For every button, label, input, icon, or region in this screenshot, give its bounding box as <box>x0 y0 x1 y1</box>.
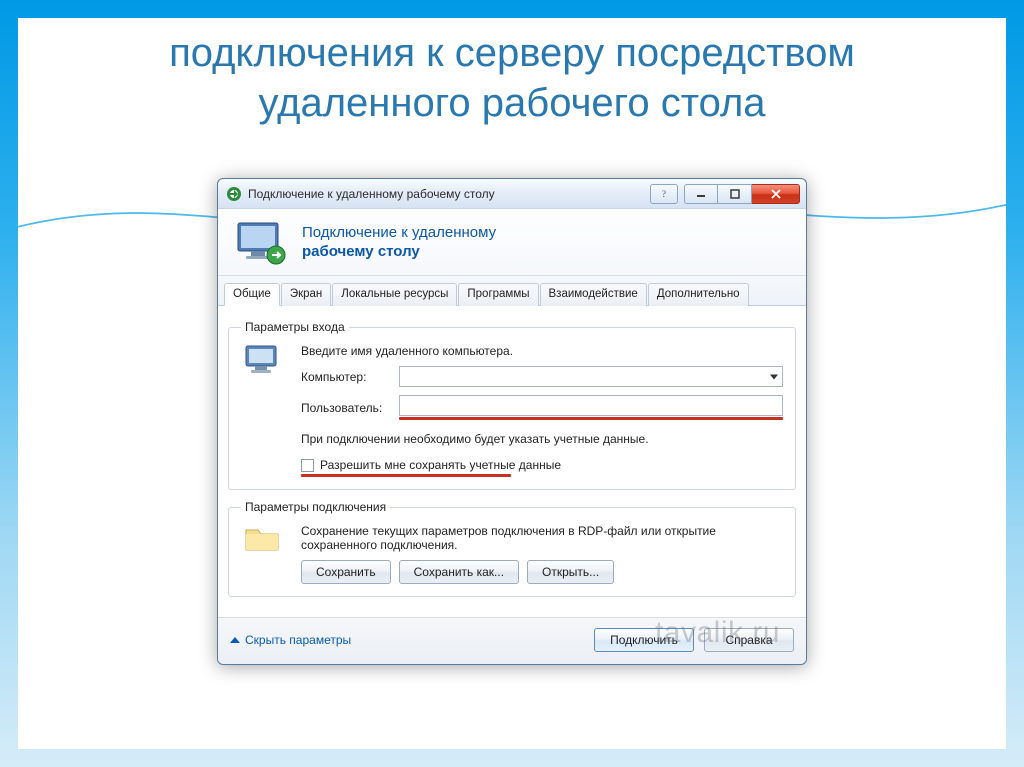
folder-icon <box>241 524 285 554</box>
computer-combobox[interactable] <box>399 366 783 387</box>
close-button[interactable] <box>752 184 800 204</box>
save-credentials-checkbox[interactable] <box>301 459 314 472</box>
login-intro-text: Введите имя удаленного компьютера. <box>301 344 783 358</box>
tab-panel-general: Параметры входа Введите имя удаленного к… <box>218 306 806 617</box>
login-params-group: Параметры входа Введите имя удаленного к… <box>228 320 796 490</box>
arrow-up-icon <box>230 637 240 643</box>
monitor-icon <box>236 221 288 265</box>
credentials-hint: При подключении необходимо будет указать… <box>301 432 783 446</box>
computer-icon <box>241 344 285 380</box>
tab-experience[interactable]: Взаимодействие <box>540 283 647 306</box>
connection-params-text: Сохранение текущих параметров подключени… <box>301 524 783 552</box>
save-as-button[interactable]: Сохранить как... <box>399 560 519 584</box>
slide-heading: подключения к серверу посредством удален… <box>18 18 1006 128</box>
chevron-down-icon <box>770 374 778 379</box>
dialog-banner: Подключение к удаленному рабочему столу <box>218 209 806 276</box>
annotation-underline-checkbox <box>301 474 511 477</box>
heading-line-1: подключения к серверу посредством <box>169 31 855 75</box>
connection-params-group: Параметры подключения Сохранение текущих… <box>228 500 796 597</box>
save-credentials-label: Разрешить мне сохранять учетные данные <box>320 458 561 472</box>
open-button[interactable]: Открыть... <box>527 560 614 584</box>
tab-advanced[interactable]: Дополнительно <box>648 283 749 306</box>
annotation-underline-user <box>399 417 783 420</box>
help-footer-button[interactable]: Справка <box>704 628 794 652</box>
window-titlebar[interactable]: Подключение к удаленному рабочему столу … <box>218 179 806 209</box>
rdp-app-icon <box>226 186 242 202</box>
tab-programs[interactable]: Программы <box>458 283 538 306</box>
heading-line-2: удаленного рабочего стола <box>258 81 765 125</box>
tab-local-resources[interactable]: Локальные ресурсы <box>332 283 457 306</box>
tab-general[interactable]: Общие <box>224 283 280 306</box>
help-button[interactable]: ? <box>650 184 678 204</box>
save-button[interactable]: Сохранить <box>301 560 391 584</box>
login-params-legend: Параметры входа <box>241 320 349 334</box>
connection-params-legend: Параметры подключения <box>241 500 390 514</box>
hide-params-link[interactable]: Скрыть параметры <box>230 633 351 647</box>
window-title: Подключение к удаленному рабочему столу <box>248 187 495 201</box>
computer-label: Компьютер: <box>301 370 391 384</box>
svg-text:?: ? <box>662 189 666 199</box>
user-input[interactable] <box>399 395 783 416</box>
slide-frame: подключения к серверу посредством удален… <box>18 18 1006 749</box>
rdp-dialog-window: Подключение к удаленному рабочему столу … <box>217 178 807 665</box>
connect-button[interactable]: Подключить <box>594 628 694 652</box>
dialog-footer: Скрыть параметры Подключить Справка <box>218 617 806 664</box>
minimize-button[interactable] <box>684 184 718 204</box>
tab-strip: Общие Экран Локальные ресурсы Программы … <box>218 276 806 306</box>
banner-line-1: Подключение к удаленному <box>302 224 496 243</box>
banner-line-2: рабочему столу <box>302 243 496 262</box>
user-label: Пользователь: <box>301 401 391 415</box>
tab-display[interactable]: Экран <box>281 283 331 306</box>
maximize-button[interactable] <box>718 184 752 204</box>
